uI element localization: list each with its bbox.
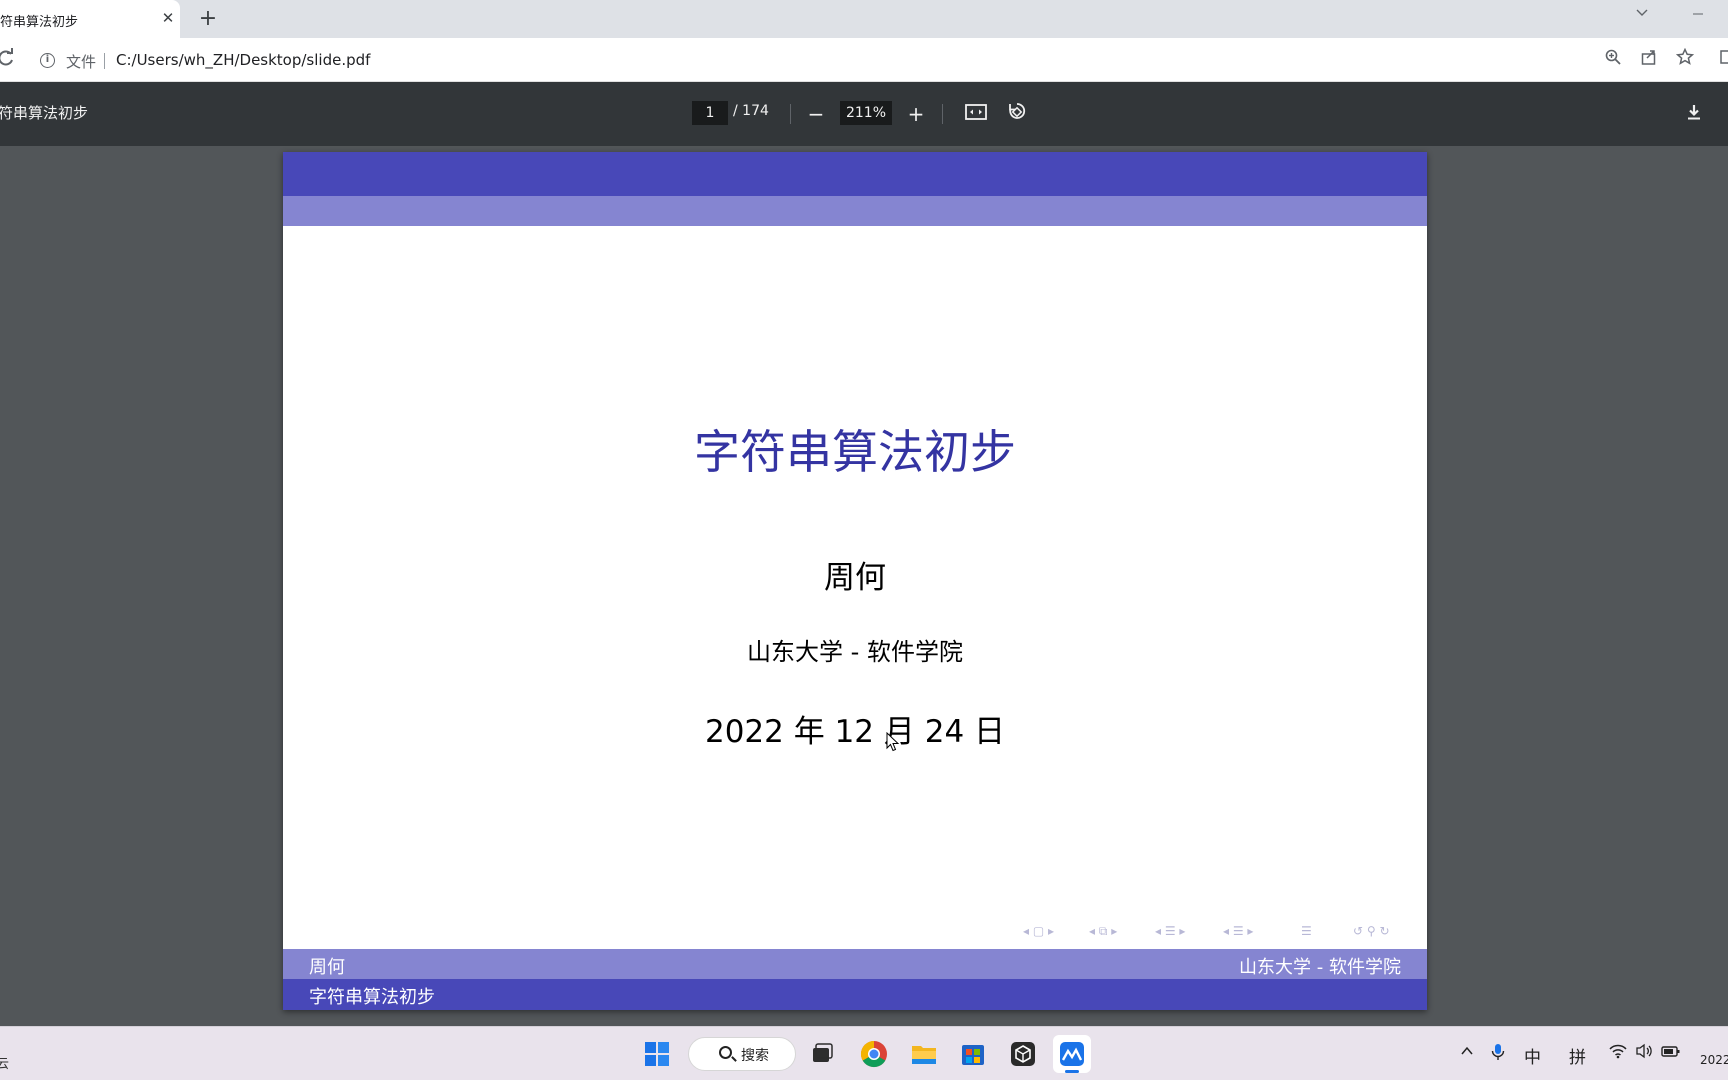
slide-footer-band-dark: 字符串算法初步 — [283, 979, 1427, 1010]
page-total-label: / 174 — [733, 103, 769, 119]
system-clock[interactable]: 2022 — [1700, 1053, 1728, 1067]
slide-header-band-dark — [283, 152, 1427, 196]
page-number-input[interactable]: 1 — [692, 101, 728, 125]
slide-header-band-light — [283, 196, 1427, 226]
footer-title: 字符串算法初步 — [309, 987, 435, 1008]
pdf-toolbar: 符串算法初步 1 / 174 − 211% + — [0, 82, 1728, 146]
nav-outline-icon: ☰ — [1301, 924, 1312, 938]
beamer-navigation-symbols: ◂ ▢ ▸ ◂ ⧉ ▸ ◂ ☰ ▸ ◂ ☰ ▸ ☰ ↺ ⚲ ↻ — [1023, 924, 1423, 940]
share-icon[interactable] — [1637, 48, 1661, 72]
site-info-icon[interactable]: i — [40, 53, 55, 68]
wifi-icon[interactable] — [1609, 1043, 1627, 1064]
chrome-icon[interactable] — [855, 1035, 893, 1073]
slide-page: 字符串算法初步 周何 山东大学 - 软件学院 2022 年 12 月 24 日 … — [283, 152, 1427, 1010]
slide-author: 周何 — [824, 560, 886, 596]
nav-slide-list-icon: ◂ ☰ ▸ — [1223, 924, 1254, 938]
address-bar[interactable]: i 文件 C:/Users/wh_ZH/Desktop/slide.pdf — [28, 44, 1728, 76]
address-chip-divider — [104, 53, 105, 69]
windows-taskbar: 云 搜索 中 拼 2022 — [0, 1026, 1728, 1080]
download-icon[interactable] — [1681, 101, 1707, 127]
browser-tab[interactable]: 符串算法初步 ✕ — [0, 0, 180, 38]
side-panel-icon[interactable] — [1716, 48, 1728, 72]
file-explorer-icon[interactable] — [905, 1035, 943, 1073]
footer-author: 周何 — [309, 957, 345, 978]
tab-title: 符串算法初步 — [0, 15, 79, 30]
browser-tab-strip: 符串算法初步 ✕ + — [0, 0, 1728, 38]
store-icon[interactable] — [954, 1035, 992, 1073]
zoom-out-button[interactable]: − — [803, 101, 829, 127]
app-box-icon[interactable] — [1004, 1035, 1042, 1073]
address-chip-label: 文件 — [66, 53, 97, 71]
nav-subsection-icon: ◂ ⧉ ▸ — [1089, 924, 1118, 938]
windows-start-icon[interactable] — [638, 1035, 676, 1073]
close-tab-icon[interactable]: ✕ — [158, 8, 178, 28]
browser-toolbar: i 文件 C:/Users/wh_ZH/Desktop/slide.pdf — [0, 38, 1728, 82]
pdf-document-title: 符串算法初步 — [0, 104, 89, 122]
minimize-window-icon[interactable] — [1686, 7, 1710, 27]
weather-widget[interactable]: 云 — [0, 1053, 9, 1072]
ime-mode-indicator[interactable]: 拼 — [1569, 1043, 1586, 1068]
url-text[interactable]: C:/Users/wh_ZH/Desktop/slide.pdf — [116, 51, 370, 69]
toolbar-divider — [942, 104, 943, 124]
nav-section-icon: ◂ ☰ ▸ — [1155, 924, 1186, 938]
slide-footer-band-light: 周何 山东大学 - 软件学院 — [283, 949, 1427, 979]
microphone-icon[interactable] — [1491, 1043, 1505, 1066]
task-view-icon[interactable] — [802, 1035, 840, 1073]
reload-icon[interactable] — [0, 48, 18, 72]
volume-icon[interactable] — [1635, 1043, 1653, 1064]
slide-institute: 山东大学 - 软件学院 — [747, 638, 963, 666]
slide-title: 字符串算法初步 — [694, 425, 1016, 479]
fit-to-page-icon[interactable] — [963, 101, 989, 127]
new-tab-button[interactable]: + — [196, 8, 220, 32]
pdf-viewer-area[interactable]: 字符串算法初步 周何 山东大学 - 软件学院 2022 年 12 月 24 日 … — [0, 146, 1728, 1026]
zoom-icon[interactable] — [1601, 48, 1625, 72]
active-app-icon[interactable] — [1053, 1035, 1091, 1073]
taskbar-search-box[interactable]: 搜索 — [688, 1037, 796, 1071]
ime-language-indicator[interactable]: 中 — [1524, 1043, 1541, 1068]
search-label: 搜索 — [741, 1048, 769, 1064]
footer-institute: 山东大学 - 软件学院 — [1239, 957, 1401, 978]
search-icon — [719, 1046, 732, 1059]
tab-search-icon[interactable] — [1630, 5, 1654, 29]
show-hidden-icons-chevron-icon[interactable] — [1460, 1043, 1474, 1063]
rotate-icon[interactable] — [1004, 101, 1030, 127]
mouse-cursor-icon — [886, 732, 900, 752]
nav-frame-icon: ◂ ▢ ▸ — [1023, 924, 1055, 938]
bookmark-star-icon[interactable] — [1673, 47, 1697, 72]
zoom-in-button[interactable]: + — [903, 101, 929, 127]
zoom-level-input[interactable]: 211% — [840, 101, 892, 125]
slide-date: 2022 年 12 月 24 日 — [704, 714, 1006, 750]
nav-back-search-forward-icon: ↺ ⚲ ↻ — [1353, 924, 1390, 938]
toolbar-divider — [790, 104, 791, 124]
battery-icon[interactable] — [1661, 1043, 1681, 1064]
